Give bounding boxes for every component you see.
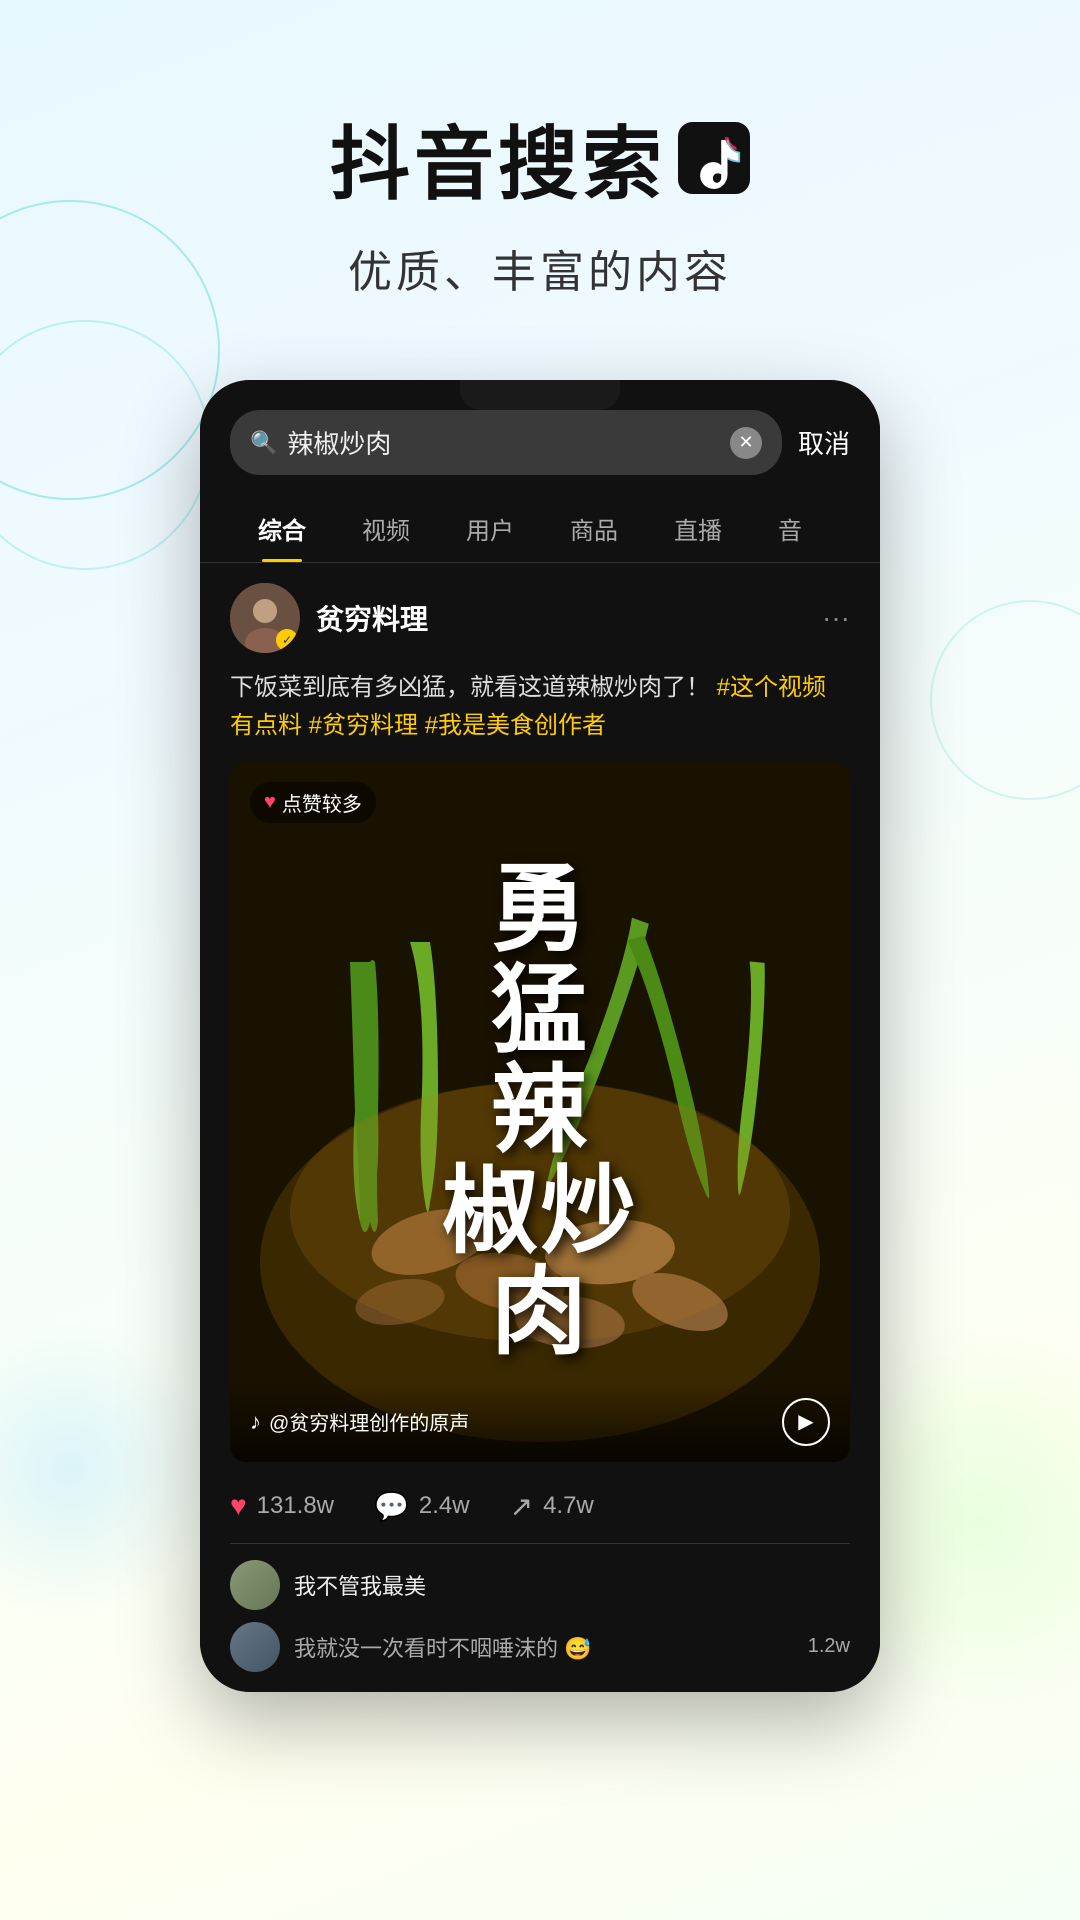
video-likes-badge: ♥ 点赞较多: [250, 782, 376, 823]
verified-badge: ✓: [276, 629, 298, 651]
username-label: 贫穷料理: [316, 598, 806, 638]
video-background: ♥ 点赞较多 勇猛辣椒炒肉 ♪ @贫穷料理创作的原声: [230, 762, 850, 1462]
post-user-row: ✓ 贫穷料理 ···: [230, 583, 850, 653]
heart-icon: ♥: [264, 791, 276, 814]
comments-count[interactable]: 💬 2.4w: [374, 1490, 470, 1523]
app-title-row: 抖音搜索: [0, 100, 1080, 216]
phone-notch: [460, 380, 620, 410]
video-thumbnail[interactable]: ♥ 点赞较多 勇猛辣椒炒肉 ♪ @贫穷料理创作的原声: [230, 762, 850, 1462]
comment-row-1: 我不管我最美: [230, 1560, 850, 1610]
post-description-main: 下饭菜到底有多凶猛，就看这道辣椒炒肉了！: [230, 674, 710, 701]
tab-音[interactable]: 音: [750, 495, 830, 562]
search-tabs: 综合 视频 用户 商品 直播 音: [200, 495, 880, 563]
commenter-avatar-2: [230, 1622, 280, 1672]
commenter-name-1: 我不管我最美: [294, 1574, 426, 1599]
search-input-container[interactable]: 🔍 辣椒炒肉 ✕: [230, 410, 782, 475]
search-cancel-button[interactable]: 取消: [798, 424, 850, 461]
search-clear-button[interactable]: ✕: [730, 427, 762, 459]
tab-综合[interactable]: 综合: [230, 495, 334, 562]
tab-商品[interactable]: 商品: [542, 495, 646, 562]
shares-value: 4.7w: [543, 1492, 594, 1520]
hashtag-2[interactable]: #贫穷料理: [309, 712, 425, 739]
video-overlay-text: 勇猛辣椒炒肉: [442, 860, 638, 1364]
comment-preview-section: 我不管我最美 我就没一次看时不咽唾沫的 😅 1.2w: [230, 1543, 850, 1672]
user-avatar[interactable]: ✓: [230, 583, 300, 653]
tiktok-logo-icon: [678, 122, 750, 194]
search-icon: 🔍: [250, 430, 277, 456]
likes-count[interactable]: ♥ 131.8w: [230, 1490, 334, 1523]
comments-value: 2.4w: [419, 1492, 470, 1520]
video-bottom-bar: ♪ @贫穷料理创作的原声 ▶: [230, 1382, 850, 1462]
hashtag-3[interactable]: #我是美食创作者: [425, 712, 606, 739]
phone-screen: 🔍 辣椒炒肉 ✕ 取消 综合 视频 用户 商品: [200, 380, 880, 1692]
engagement-row: ♥ 131.8w 💬 2.4w ↗ 4.7w: [230, 1470, 850, 1543]
like-icon: ♥: [230, 1490, 247, 1522]
comment-content-2: 我就没一次看时不咽唾沫的 😅: [294, 1631, 794, 1663]
phone-body: 🔍 辣椒炒肉 ✕ 取消 综合 视频 用户 商品: [200, 380, 880, 1692]
share-icon: ↗: [510, 1490, 533, 1523]
phone-mockup: 🔍 辣椒炒肉 ✕ 取消 综合 视频 用户 商品: [0, 380, 1080, 1692]
comment-text-2: 我就没一次看时不咽唾沫的 😅: [294, 1636, 592, 1661]
search-query-text: 辣椒炒肉: [287, 424, 720, 461]
tab-用户[interactable]: 用户: [438, 495, 542, 562]
tiktok-sound-icon: ♪: [250, 1409, 261, 1435]
app-header: 抖音搜索 优质、丰富的内容: [0, 0, 1080, 360]
app-title-text: 抖音搜索: [330, 100, 666, 216]
tab-直播[interactable]: 直播: [646, 495, 750, 562]
shares-count[interactable]: ↗ 4.7w: [510, 1490, 594, 1523]
comment-row-2: 我就没一次看时不咽唾沫的 😅 1.2w: [230, 1622, 850, 1672]
likes-value: 131.8w: [257, 1492, 334, 1520]
post-description: 下饭菜到底有多凶猛，就看这道辣椒炒肉了！ #这个视频有点料 #贫穷料理 #我是美…: [230, 669, 850, 746]
more-options-button[interactable]: ···: [822, 602, 850, 634]
badge-text: 点赞较多: [282, 788, 362, 817]
comment-content-1: 我不管我最美: [294, 1569, 850, 1601]
sound-credit-text: @贫穷料理创作的原声: [269, 1407, 469, 1436]
play-button[interactable]: ▶: [782, 1398, 830, 1446]
commenter-avatar-1: [230, 1560, 280, 1610]
search-results-content: ✓ 贫穷料理 ··· 下饭菜到底有多凶猛，就看这道辣椒炒肉了！ #这个视频有点料…: [200, 563, 880, 1692]
comment-icon: 💬: [374, 1490, 409, 1523]
tab-视频[interactable]: 视频: [334, 495, 438, 562]
video-sound-info: ♪ @贫穷料理创作的原声: [250, 1407, 469, 1436]
app-subtitle: 优质、丰富的内容: [0, 236, 1080, 300]
comment-likes-2: 1.2w: [808, 1635, 850, 1658]
